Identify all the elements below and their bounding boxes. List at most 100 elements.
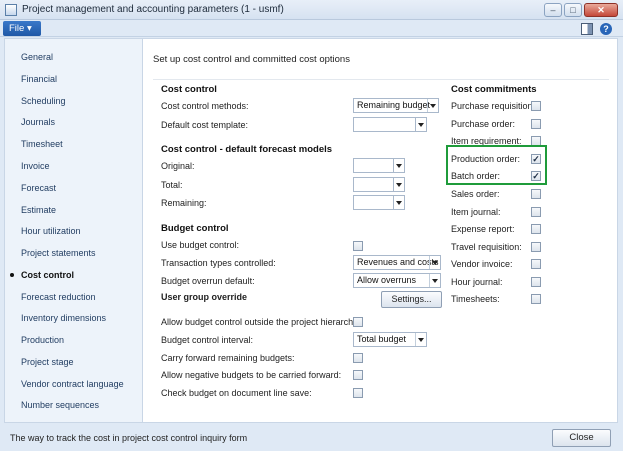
- check-budget-label: Check budget on document line save:: [161, 388, 312, 398]
- sidebar-item-label: Project statements: [21, 248, 96, 258]
- menu-bar: File ▾ ?: [0, 20, 623, 37]
- negative-budgets-label: Allow negative budgets to be carried for…: [161, 370, 342, 380]
- sidebar-item-label: Financial: [21, 74, 58, 84]
- budget-interval-value: Total budget: [357, 334, 407, 344]
- sidebar-item-project-statements[interactable]: Project statements: [5, 244, 142, 262]
- outside-hierarchy-checkbox[interactable]: [353, 317, 363, 327]
- layout-icon[interactable]: [581, 23, 593, 35]
- remaining-model-select[interactable]: [353, 195, 405, 210]
- timesheets-checkbox[interactable]: [531, 294, 541, 304]
- chevron-down-icon[interactable]: [393, 196, 404, 209]
- sidebar-item-financial[interactable]: Financial: [5, 70, 142, 88]
- budget-overrun-select[interactable]: Allow overruns: [353, 273, 441, 288]
- expense-report-label: Expense report:: [451, 224, 515, 234]
- sidebar-item-hour-utilization[interactable]: Hour utilization: [5, 222, 142, 240]
- carry-forward-checkbox[interactable]: [353, 353, 363, 363]
- sidebar-item-label: Forecast reduction: [21, 292, 96, 302]
- sidebar-item-label: Cost control: [21, 270, 74, 280]
- chevron-down-icon[interactable]: [429, 256, 440, 269]
- highlight-box: [446, 145, 547, 185]
- sidebar-item-label: Inventory dimensions: [21, 313, 107, 323]
- sidebar-item-timesheet[interactable]: Timesheet: [5, 135, 142, 153]
- use-budget-control-checkbox[interactable]: [353, 241, 363, 251]
- use-budget-control-label: Use budget control:: [161, 240, 240, 250]
- sidebar-item-label: Invoice: [21, 161, 50, 171]
- forecast-models-heading: Cost control - default forecast models: [161, 144, 333, 155]
- sidebar-item-project-stage[interactable]: Project stage: [5, 353, 142, 371]
- cost-control-methods-label: Cost control methods:: [161, 101, 249, 111]
- purchase-order-label: Purchase order:: [451, 119, 516, 129]
- transaction-types-label: Transaction types controlled:: [161, 258, 276, 268]
- remaining-label: Remaining:: [161, 198, 207, 208]
- chevron-down-icon[interactable]: [393, 159, 404, 172]
- file-menu-label: File: [9, 23, 25, 34]
- budget-control-heading: Budget control: [161, 223, 229, 234]
- settings-button[interactable]: Settings...: [381, 291, 442, 308]
- close-window-button[interactable]: ✕: [584, 3, 618, 17]
- sidebar-item-vendor-contract-language[interactable]: Vendor contract language: [5, 375, 142, 393]
- sidebar-item-cost-control[interactable]: Cost control: [5, 266, 142, 284]
- vendor-invoice-label: Vendor invoice:: [451, 259, 513, 269]
- timesheets-label: Timesheets:: [451, 294, 500, 304]
- carry-forward-label: Carry forward remaining budgets:: [161, 353, 295, 363]
- chevron-down-icon[interactable]: [415, 333, 426, 346]
- item-journal-label: Item journal:: [451, 207, 501, 217]
- purchase-requisition-checkbox[interactable]: [531, 101, 541, 111]
- vendor-invoice-checkbox[interactable]: [531, 259, 541, 269]
- transaction-types-value: Revenues and costs: [357, 257, 439, 267]
- file-menu-button[interactable]: File ▾: [3, 21, 41, 36]
- hour-journal-label: Hour journal:: [451, 277, 503, 287]
- minimize-button[interactable]: –: [544, 3, 562, 17]
- travel-requisition-checkbox[interactable]: [531, 242, 541, 252]
- cost-control-methods-value: Remaining budget: [357, 100, 431, 110]
- check-budget-checkbox[interactable]: [353, 388, 363, 398]
- total-label: Total:: [161, 180, 183, 190]
- chevron-down-icon[interactable]: [427, 99, 438, 112]
- expense-report-checkbox[interactable]: [531, 224, 541, 234]
- sidebar-item-label: Estimate: [21, 205, 57, 215]
- sidebar: General Financial Scheduling Journals Ti…: [4, 38, 142, 423]
- purchase-order-checkbox[interactable]: [531, 119, 541, 129]
- sidebar-item-label: Forecast: [21, 183, 57, 193]
- chevron-down-icon: ▾: [26, 23, 32, 34]
- sales-order-label: Sales order:: [451, 189, 500, 199]
- original-model-select[interactable]: [353, 158, 405, 173]
- sidebar-item-general[interactable]: General: [5, 48, 142, 66]
- original-label: Original:: [161, 161, 195, 171]
- sidebar-item-journals[interactable]: Journals: [5, 113, 142, 131]
- default-cost-template-select[interactable]: [353, 117, 427, 132]
- sales-order-checkbox[interactable]: [531, 189, 541, 199]
- sidebar-item-number-sequences[interactable]: Number sequences: [5, 396, 142, 414]
- sidebar-item-forecast-reduction[interactable]: Forecast reduction: [5, 288, 142, 306]
- window-title: Project management and accounting parame…: [22, 4, 284, 15]
- sidebar-item-inventory-dimensions[interactable]: Inventory dimensions: [5, 309, 142, 327]
- total-model-select[interactable]: [353, 177, 405, 192]
- budget-interval-select[interactable]: Total budget: [353, 332, 427, 347]
- content-panel: Set up cost control and committed cost o…: [142, 38, 618, 423]
- help-icon[interactable]: ?: [600, 23, 612, 35]
- sidebar-item-label: Hour utilization: [21, 226, 81, 236]
- default-cost-template-label: Default cost template:: [161, 120, 249, 130]
- sidebar-item-invoice[interactable]: Invoice: [5, 157, 142, 175]
- chevron-down-icon[interactable]: [429, 274, 440, 287]
- budget-overrun-label: Budget overrun default:: [161, 276, 255, 286]
- negative-budgets-checkbox[interactable]: [353, 370, 363, 380]
- status-text: The way to track the cost in project cos…: [10, 433, 248, 443]
- item-journal-checkbox[interactable]: [531, 207, 541, 217]
- transaction-types-select[interactable]: Revenues and costs: [353, 255, 441, 270]
- sidebar-item-label: Production: [21, 335, 65, 345]
- sidebar-item-scheduling[interactable]: Scheduling: [5, 92, 142, 110]
- close-button[interactable]: Close: [552, 429, 611, 447]
- chevron-down-icon[interactable]: [415, 118, 426, 131]
- chevron-down-icon[interactable]: [393, 178, 404, 191]
- sidebar-item-label: General: [21, 52, 54, 62]
- cost-control-methods-select[interactable]: Remaining budget: [353, 98, 439, 113]
- sidebar-item-production[interactable]: Production: [5, 331, 142, 349]
- sidebar-item-label: Project stage: [21, 357, 74, 367]
- title-bar: Project management and accounting parame…: [0, 0, 623, 20]
- app-icon: [5, 4, 17, 16]
- hour-journal-checkbox[interactable]: [531, 277, 541, 287]
- sidebar-item-forecast[interactable]: Forecast: [5, 179, 142, 197]
- maximize-button[interactable]: □: [564, 3, 582, 17]
- sidebar-item-estimate[interactable]: Estimate: [5, 201, 142, 219]
